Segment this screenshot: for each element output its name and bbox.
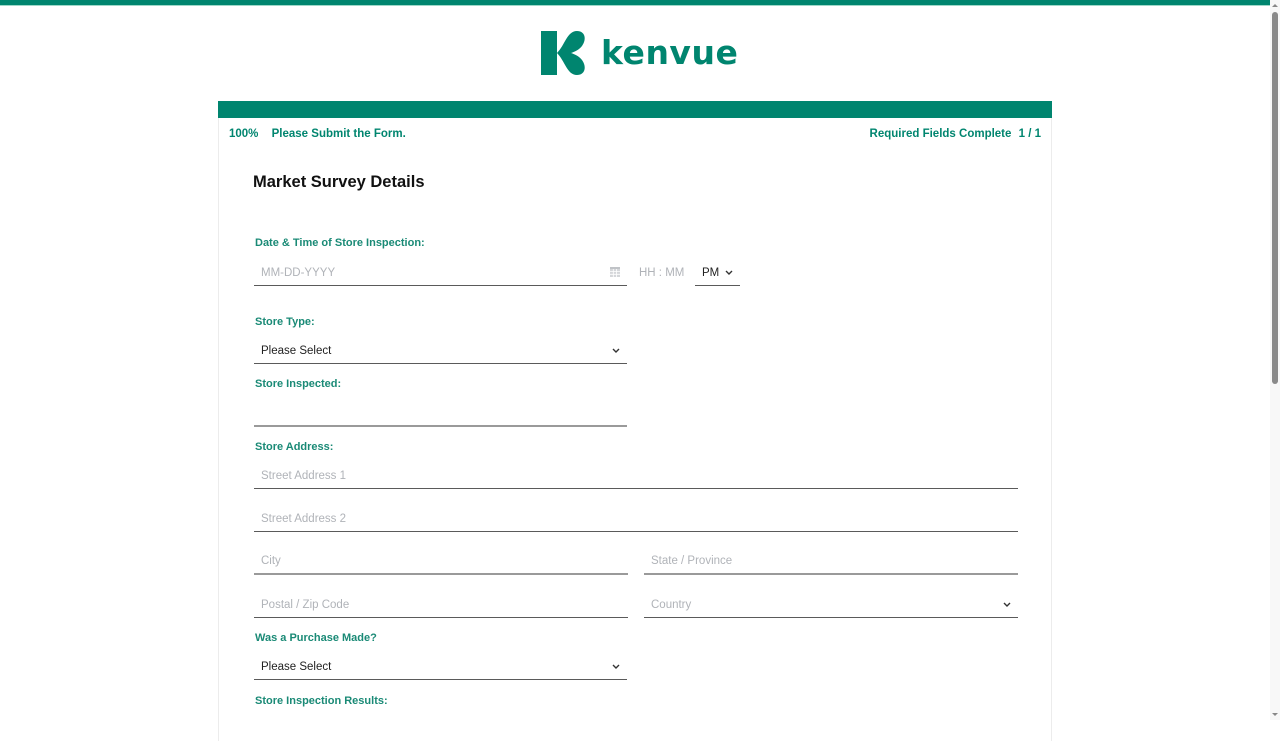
ampm-select[interactable]: PM <box>695 260 740 286</box>
brand-name: kenvue <box>601 33 739 72</box>
street-address-2-placeholder: Street Address 2 <box>261 512 347 525</box>
chevron-down-icon <box>1003 602 1011 607</box>
store-address-label: Store Address: <box>255 441 334 453</box>
state-province-input[interactable]: State / Province <box>644 549 1018 575</box>
scroll-up-arrow-icon[interactable] <box>1272 4 1278 7</box>
date-placeholder: MM-DD-YYYY <box>261 266 336 279</box>
scrollbar-thumb[interactable] <box>1272 12 1278 384</box>
store-inspected-input[interactable] <box>254 401 627 427</box>
chevron-down-icon <box>612 348 620 353</box>
store-type-label: Store Type: <box>255 316 315 328</box>
purchase-made-value: Please Select <box>261 660 332 673</box>
store-type-value: Please Select <box>261 344 332 357</box>
progress-bar <box>218 101 1052 118</box>
store-inspected-label: Store Inspected: <box>255 378 342 390</box>
street-address-1-placeholder: Street Address 1 <box>261 469 347 482</box>
date-input[interactable]: MM-DD-YYYY <box>254 260 627 286</box>
progress-status-text: Please Submit the Form. <box>271 128 406 140</box>
purchase-made-label: Was a Purchase Made? <box>255 632 377 644</box>
progress-percent: 100% <box>229 128 259 140</box>
postal-code-placeholder: Postal / Zip Code <box>261 598 350 611</box>
state-province-placeholder: State / Province <box>651 555 733 567</box>
inspection-results-label: Store Inspection Results: <box>255 695 388 707</box>
street-address-2-input[interactable]: Street Address 2 <box>254 506 1018 532</box>
kenvue-logo: kenvue <box>541 31 738 75</box>
date-time-label: Date & Time of Store Inspection: <box>255 237 425 249</box>
page-scrollbar[interactable] <box>1270 0 1280 720</box>
ampm-value: PM <box>702 266 720 279</box>
form-card: 100% Please Submit the Form. Required Fi… <box>218 101 1052 741</box>
required-fields-label: Required Fields Complete <box>869 128 1012 140</box>
top-accent-bar <box>0 0 1270 6</box>
city-input[interactable]: City <box>254 549 628 575</box>
country-placeholder: Country <box>651 598 692 611</box>
calendar-icon[interactable] <box>610 267 620 277</box>
street-address-1-input[interactable]: Street Address 1 <box>254 463 1018 489</box>
kenvue-k-mark-icon <box>541 31 585 75</box>
city-placeholder: City <box>261 555 281 567</box>
postal-code-input[interactable]: Postal / Zip Code <box>254 592 628 618</box>
required-fields-count: 1 / 1 <box>1018 128 1041 140</box>
country-select[interactable]: Country <box>644 592 1018 618</box>
form-title: Market Survey Details <box>253 173 425 191</box>
scroll-down-arrow-icon[interactable] <box>1272 713 1278 716</box>
purchase-made-select[interactable]: Please Select <box>254 654 627 680</box>
time-input[interactable]: HH : MM <box>639 267 684 279</box>
store-type-select[interactable]: Please Select <box>254 338 627 364</box>
chevron-down-icon <box>612 664 620 669</box>
progress-status-row: 100% Please Submit the Form. Required Fi… <box>229 128 1041 142</box>
chevron-down-icon <box>725 270 733 275</box>
